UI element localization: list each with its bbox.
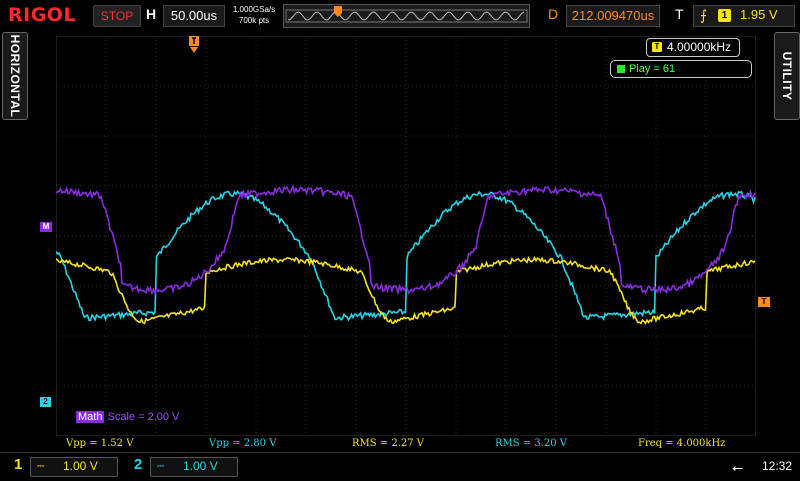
trigger-position-icon [334,6,342,17]
playback-status[interactable]: Play = 61 [610,60,752,78]
utility-tab-label: UTILITY [780,51,794,101]
measurement-ch2-vpp[interactable]: Vpp = 2.80 V [209,437,276,451]
usb-icon: ⭠ [732,459,744,475]
dc-coupling-icon: ⎓ [37,461,45,471]
rigol-logo: RIGOL [8,4,77,26]
frequency-value: 4.00000kHz [667,40,732,54]
waveform-display[interactable] [56,36,756,436]
waveform-canvas [56,36,756,436]
ch1-settings[interactable]: ⎓ 1.00 V [30,457,118,477]
memory-overview-waveform [285,6,528,23]
math-scale-value: Scale = 2.00 V [107,411,180,423]
acquisition-info: 1.000GSa/s 700k pts [228,4,280,26]
measurement-ch1-freq[interactable]: Freq = 4.000kHz [638,437,725,451]
trigger-position-icon [189,36,199,53]
play-icon [617,65,625,73]
trigger-settings[interactable]: ⨍ 1 1.95 V [693,5,795,27]
channel-status-bar: 1 ⎓ 1.00 V 2 ⎓ 1.00 V ⭠ 12:32 [0,452,800,481]
utility-menu-tab[interactable]: UTILITY [774,32,800,120]
math-offset-marker[interactable]: M [40,222,52,232]
delay-readout[interactable]: 212.009470us [566,5,660,27]
trigger-label: T [675,6,684,22]
ch2-waveform [56,190,756,323]
run-stop-status[interactable]: STOP [93,5,141,27]
dc-coupling-icon: ⎓ [157,461,165,471]
trigger-level: 1.95 V [740,7,778,22]
trigger-source-badge: 1 [718,9,731,22]
trigger-t-icon: T [652,42,662,52]
memory-overview-bar[interactable] [283,4,530,28]
horizontal-label: H [146,6,157,22]
math-tag: Math [76,411,105,423]
measurement-ch1-vpp[interactable]: Vpp = 1.52 V [66,437,133,451]
ch1-label[interactable]: 1 [14,456,22,473]
timebase-readout[interactable]: 50.00us [163,5,225,27]
measurement-bar: Vpp = 1.52 V Vpp = 2.80 V RMS = 2.27 V R… [56,437,756,451]
ch1-scale: 1.00 V [63,459,98,473]
clock: 12:32 [762,459,793,473]
delay-label: D [548,6,559,22]
horizontal-menu-tab[interactable]: HORIZONTAL [2,32,28,120]
ch2-scale: 1.00 V [183,459,218,473]
frequency-counter[interactable]: T 4.00000kHz [646,38,740,57]
trigger-level-marker[interactable]: T [758,297,770,307]
playback-text: Play = 61 [629,63,676,75]
measurement-ch2-rms[interactable]: RMS = 3.20 V [495,437,567,451]
graticule [56,36,756,436]
trigger-position-marker[interactable] [189,36,199,54]
horizontal-tab-label: HORIZONTAL [8,34,22,118]
memory-depth: 700k pts [238,16,270,25]
ch2-label[interactable]: 2 [134,456,142,473]
measurement-ch1-rms[interactable]: RMS = 2.27 V [352,437,424,451]
math-waveform [56,184,756,296]
sample-rate: 1.000GSa/s [232,5,276,14]
ch2-offset-marker[interactable]: 2 [40,397,51,407]
ch2-settings[interactable]: ⎓ 1.00 V [150,457,238,477]
math-scale-label: Math Scale = 2.00 V [76,411,179,423]
top-status-bar: RIGOL STOP H 50.00us 1.000GSa/s 700k pts… [0,0,800,30]
rising-edge-icon: ⨍ [700,7,708,23]
